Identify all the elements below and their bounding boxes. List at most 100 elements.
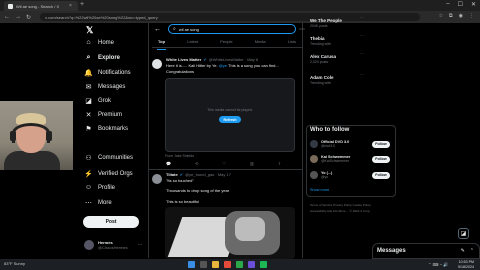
trend-title[interactable]: Thebia — [310, 36, 325, 41]
follow-button[interactable]: Follow — [372, 155, 390, 163]
share-icon[interactable]: ⇪ — [278, 161, 281, 166]
reload-icon[interactable]: ↻ — [26, 14, 31, 21]
sidebar-item-premium[interactable]: ✕ Premium — [84, 111, 122, 119]
x-logo-icon[interactable]: 𝕏 — [86, 25, 93, 36]
messages-drawer[interactable]: Messages ✎ ⌃ — [372, 243, 480, 259]
tab-people[interactable]: People — [220, 38, 232, 47]
clock[interactable]: 10:53 PM 5/18/2024 — [458, 260, 474, 269]
follow-button[interactable]: Follow — [372, 140, 390, 148]
trend-subtitle: 2,024 posts — [310, 60, 329, 64]
tab-lists[interactable]: Lists — [288, 38, 296, 47]
app-icon[interactable] — [236, 261, 243, 268]
avatar[interactable] — [310, 140, 318, 148]
grok-icon[interactable]: ◪ — [458, 228, 469, 239]
footer-links[interactable]: Terms of Service Privacy Policy Cookie P… — [310, 203, 371, 207]
spotify-icon[interactable] — [260, 261, 267, 268]
window-controls: – ☐ ✕ — [446, 1, 476, 8]
sidebar-item-communities[interactable]: ⚇ Communities — [84, 154, 133, 162]
minimize-icon[interactable]: – — [446, 1, 449, 8]
post-author-handle[interactable]: @ye_found_gas · May 17 — [185, 172, 231, 177]
messages-title: Messages — [377, 248, 406, 254]
sidebar-item-profile[interactable]: ☺ Profile — [84, 184, 115, 191]
post-header: Tiltate ✔ @ye_found_gas · May 17 — [166, 172, 231, 177]
sidebar-item-grok[interactable]: ◪ Grok — [84, 97, 111, 105]
trend-title[interactable]: Alex Carusa — [310, 54, 336, 59]
browser-icon[interactable] — [224, 261, 231, 268]
mention-link[interactable]: @ye — [219, 63, 227, 68]
repost-icon[interactable]: ⟲ — [195, 161, 198, 166]
profile-icon[interactable]: ◉ — [459, 13, 463, 19]
trend-title[interactable]: We The People — [310, 18, 342, 23]
menu-icon[interactable]: ⋮ — [469, 13, 474, 19]
post-image[interactable] — [165, 207, 295, 259]
follow-suggestion[interactable]: Yo (...) @yo Follow — [310, 171, 390, 179]
sidebar-icon: ⌂ — [86, 39, 91, 46]
new-message-icon[interactable]: ✎ — [461, 248, 465, 254]
trend-title[interactable]: Adam Cole — [310, 75, 334, 80]
views-icon[interactable]: ▥ — [250, 161, 254, 166]
sidebar-item-label: Messages — [98, 84, 126, 90]
back-icon[interactable]: ← — [4, 14, 10, 20]
post-text-line: "Its so touched" — [166, 178, 194, 183]
search-input[interactable]: ⌕ wil ae song — [168, 24, 296, 34]
close-tab-icon[interactable]: × — [69, 3, 72, 9]
discord-icon[interactable] — [248, 261, 255, 268]
trend-more-icon[interactable]: ⋯ — [360, 72, 364, 77]
sidebar-item-label: Home — [98, 39, 115, 46]
tab-latest[interactable]: Latest — [187, 38, 198, 47]
sidebar-item-verified-orgs[interactable]: ⚡ Verified Orgs — [84, 170, 133, 178]
expand-icon[interactable]: ⌃ — [470, 248, 474, 254]
avatar[interactable] — [152, 59, 162, 69]
trend-more-icon[interactable]: ⋯ — [360, 51, 364, 56]
extensions-icon[interactable]: ⧉ — [449, 13, 453, 19]
tab-top[interactable]: Top — [156, 38, 167, 50]
media-error-message: This media cannot be played. — [207, 108, 253, 112]
file-explorer-icon[interactable] — [212, 261, 219, 268]
post-text-line: Here it is..... Kali Hitler by Ye. — [166, 63, 218, 68]
sidebar-item-bookmarks[interactable]: ⚑ Bookmarks — [84, 125, 128, 133]
avatar[interactable] — [152, 174, 162, 184]
sidebar-item-messages[interactable]: ✉ Messages — [84, 83, 126, 91]
video-player[interactable]: This media cannot be played. Refresh — [165, 78, 295, 152]
sidebar-item-explore[interactable]: ⌕ Explore — [84, 54, 120, 62]
start-icon[interactable] — [188, 261, 195, 268]
search-tabs: Top Latest People Media Lists — [152, 38, 302, 50]
trend-more-icon[interactable]: ⋯ — [360, 15, 364, 20]
reply-icon[interactable]: 💬 — [166, 161, 171, 166]
more-options-icon[interactable]: ⋯ — [299, 26, 305, 33]
follow-suggestion[interactable]: Official DVD 3.0 @dvd3.0 Follow — [310, 140, 390, 148]
like-icon[interactable]: ♡ — [222, 161, 226, 166]
new-tab-button[interactable]: + — [80, 1, 84, 8]
avatar[interactable] — [310, 171, 318, 179]
weather-widget[interactable]: 83°F Sunny — [4, 261, 25, 266]
close-window-icon[interactable]: ✕ — [471, 1, 476, 8]
maximize-icon[interactable]: ☐ — [458, 1, 463, 8]
show-more-link[interactable]: Show more — [310, 188, 329, 192]
post-author-handle[interactable]: @WhiteLivesMatter · May 6 — [209, 57, 258, 62]
column-divider — [302, 23, 303, 258]
account-switcher[interactable]: Hermes @ChaosHermes ⋯ — [84, 240, 143, 250]
post-separator — [148, 169, 302, 170]
forward-icon[interactable]: → — [15, 14, 21, 20]
sidebar-item-notifications[interactable]: 🔔 Notifications — [84, 69, 131, 77]
refresh-button[interactable]: Refresh — [219, 116, 241, 123]
browser-tab[interactable]: Wil ae song - Search / X × — [4, 1, 78, 11]
system-tray-icons[interactable]: ⌃ ⌨ ◔ 🔊 — [428, 262, 448, 267]
star-icon[interactable]: ☆ — [439, 13, 443, 19]
sidebar-icon: 🔔 — [84, 70, 93, 77]
search-icon[interactable] — [200, 261, 207, 268]
avatar[interactable] — [310, 155, 318, 163]
media-credit: From Jake Shields — [165, 154, 194, 158]
trend-more-icon[interactable]: ⋯ — [360, 33, 364, 38]
follow-suggestion[interactable]: Kai Schwemmer @KaiSchwemmer Follow — [310, 155, 390, 163]
tab-media[interactable]: Media — [255, 38, 266, 47]
follow-button[interactable]: Follow — [372, 171, 390, 179]
sidebar-item-home[interactable]: ⌂ Home — [84, 39, 114, 46]
post-author-name[interactable]: White Lives Matter — [166, 57, 201, 62]
post-author-name[interactable]: Tiltate — [166, 172, 178, 177]
post-button[interactable]: Post — [83, 216, 139, 228]
sidebar-item-more[interactable]: ⋯ More — [84, 199, 112, 207]
more-icon[interactable]: ⋯ — [138, 242, 143, 248]
footer-links[interactable]: Accessibility Ads info More ... © 2024 X… — [310, 209, 370, 213]
back-arrow-icon[interactable]: ← — [154, 26, 161, 33]
